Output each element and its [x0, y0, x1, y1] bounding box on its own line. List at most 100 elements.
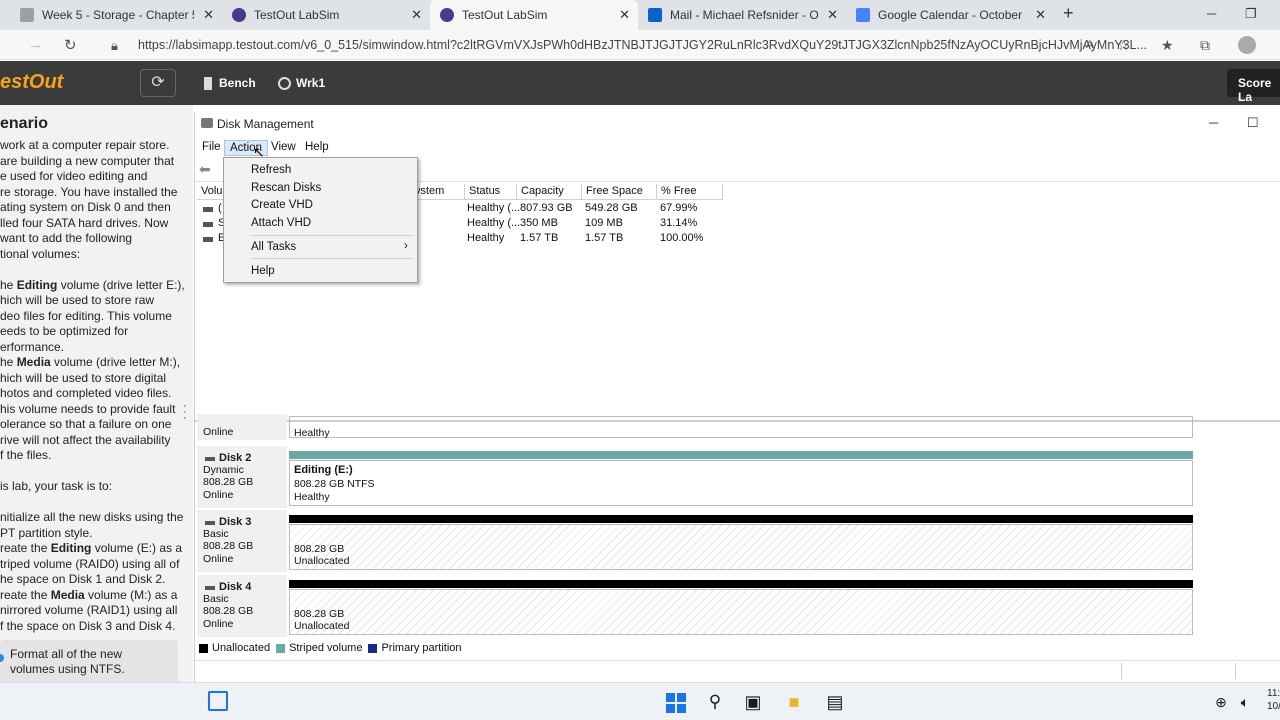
testout-header: estOut [0, 61, 1280, 105]
menu-item-refresh[interactable]: Refresh [251, 164, 291, 176]
column-header-filesystem[interactable]: ystem [410, 184, 465, 200]
volume-capacity[interactable]: 807.93 GB [520, 202, 573, 214]
volume-icon[interactable]: 🔈︎ [1234, 691, 1256, 713]
clock[interactable]: 11: 10/2 [1267, 687, 1280, 713]
partition-color-bar [289, 580, 1193, 588]
menu-view[interactable]: View [266, 140, 301, 154]
menu-item-all-tasks[interactable]: All Tasks [251, 241, 296, 253]
scenario-line: hotos and completed video files. [0, 386, 172, 400]
legend-swatch [276, 643, 286, 653]
column-header-capacity[interactable]: Capacity [517, 184, 582, 200]
bench-button[interactable]: Bench [204, 70, 256, 96]
menu-file[interactable]: File [197, 140, 226, 154]
disk-name: Disk 4 [219, 581, 252, 593]
column-header-percent-free[interactable]: % Free [657, 184, 723, 200]
disk-management-taskbar-icon[interactable]: ▤ [824, 691, 846, 713]
menu-item-help[interactable]: Help [251, 265, 275, 277]
browser-tab-strip: Week 5 - Storage - Chapter 5 - A ✕ TestO… [0, 0, 1280, 30]
minimize-icon[interactable]: ─ [1209, 115, 1218, 130]
status-bar [195, 660, 1280, 680]
menu-item-attach-vhd[interactable]: Attach VHD [251, 217, 311, 229]
volume-percent-free[interactable]: 31.14% [660, 217, 697, 229]
close-tab-icon[interactable]: ✕ [411, 7, 422, 23]
collections-icon[interactable]: ⧉ [1200, 37, 1210, 54]
new-tab-button[interactable]: + [1063, 3, 1074, 24]
volume-free-space[interactable]: 109 MB [585, 217, 623, 229]
scenario-line: he space on Disk 1 and Disk 2. [0, 572, 166, 586]
calendar-icon [856, 8, 870, 22]
volume-status[interactable]: Healthy (... [467, 202, 520, 214]
partition-color-bar [289, 515, 1193, 523]
volume-free-space[interactable]: 1.57 TB [585, 232, 623, 244]
volume-status[interactable]: Healthy (... [467, 217, 520, 229]
legend-label: Primary partition [381, 642, 462, 654]
maximize-icon[interactable]: ☐ [1247, 115, 1259, 131]
legend-label: Striped volume [289, 642, 363, 654]
volume-capacity[interactable]: 1.57 TB [520, 232, 558, 244]
note-line: volumes using NTFS. [10, 662, 125, 676]
volume-name[interactable]: ( [218, 202, 222, 214]
partition[interactable]: Healthy [289, 416, 1193, 439]
profile-avatar[interactable] [1238, 36, 1256, 54]
scenario-line: are building a new computer that [0, 153, 175, 168]
disk-header[interactable]: Disk 2 Dynamic 808.28 GB Online [197, 446, 287, 508]
partition-status: Unallocated [294, 555, 350, 567]
disk-header[interactable]: Disk 4 Basic 808.28 GB Online [197, 575, 287, 637]
reload-icon[interactable]: ↻ [64, 36, 77, 54]
testout-icon [232, 8, 246, 22]
volume-status[interactable]: Healthy [467, 232, 504, 244]
favorites-icon[interactable]: ★ [1161, 37, 1174, 54]
partition-status: Healthy [294, 491, 330, 503]
close-tab-icon[interactable]: ✕ [619, 7, 630, 23]
menu-item-rescan-disks[interactable]: Rescan Disks [251, 182, 321, 194]
browser-tab[interactable]: Google Calendar - October 2022 ✕ [846, 0, 1054, 30]
partition[interactable]: Editing (E:) 808.28 GB NTFS Healthy [289, 460, 1193, 506]
disk-header[interactable]: Online [197, 414, 287, 440]
forward-icon[interactable]: → [28, 36, 43, 53]
score-lab-button[interactable]: Score La [1227, 69, 1280, 104]
scenario-line: olerance so that a failure on one [0, 417, 172, 431]
file-explorer-icon[interactable]: ■ [783, 691, 805, 713]
wrk1-button[interactable]: Wrk1 [278, 70, 325, 96]
unallocated-space[interactable]: 808.28 GB Unallocated [289, 589, 1193, 635]
panel-resize-handle[interactable]: · · · [183, 399, 189, 424]
refresh-lab-button[interactable]: ⟳ [140, 69, 176, 97]
scenario-line: work at a computer repair store. [0, 138, 170, 152]
volume-percent-free[interactable]: 100.00% [660, 232, 703, 244]
maximize-icon[interactable]: ❐ [1245, 6, 1257, 22]
submenu-arrow-icon: › [404, 240, 408, 252]
start-icon[interactable] [664, 691, 686, 713]
disk-header[interactable]: Disk 3 Basic 808.28 GB Online [197, 510, 287, 572]
network-icon[interactable]: ⊕ [1210, 691, 1232, 713]
browser-tab[interactable]: Week 5 - Storage - Chapter 5 - A ✕ [10, 0, 222, 30]
back-icon[interactable]: ⬅ [199, 161, 211, 178]
close-tab-icon[interactable]: ✕ [827, 7, 838, 23]
scenario-line: his volume needs to provide fault [0, 401, 176, 416]
favorite-add-icon[interactable]: ☆ [1117, 37, 1130, 54]
menu-help[interactable]: Help [300, 140, 334, 154]
column-header-free-space[interactable]: Free Space [582, 184, 657, 200]
volume-capacity[interactable]: 350 MB [520, 217, 558, 229]
volume-free-space[interactable]: 549.28 GB [585, 202, 638, 214]
column-header-status[interactable]: Status [465, 184, 517, 200]
url-field[interactable]: https://labsimapp.testout.com/v6_0_515/s… [138, 38, 1147, 52]
volume-percent-free[interactable]: 67.99% [660, 202, 697, 214]
unallocated-space[interactable]: 808.28 GB Unallocated [289, 524, 1193, 570]
browser-tab-active[interactable]: TestOut LabSim ✕ [430, 0, 638, 30]
scenario-line: triped volume (RAID0) using all of [0, 556, 180, 571]
legend-item: Primary partition [368, 642, 462, 654]
close-tab-icon[interactable]: ✕ [1035, 7, 1046, 23]
minimize-icon[interactable]: ─ [1207, 6, 1216, 21]
lock-icon[interactable]: 🔒︎ [111, 38, 118, 54]
search-icon[interactable]: ⚲ [704, 691, 726, 713]
close-tab-icon[interactable]: ✕ [203, 7, 214, 23]
read-aloud-icon[interactable]: A [1086, 39, 1093, 51]
browser-tab[interactable]: TestOut LabSim ✕ [222, 0, 430, 30]
disk-state: Online [203, 489, 234, 501]
task-view-icon[interactable]: ▣ [742, 691, 764, 713]
browser-tab[interactable]: Mail - Michael Refsnider - Outlo ✕ [638, 0, 846, 30]
widgets-icon[interactable] [208, 691, 228, 711]
volume-drive-icon [203, 237, 213, 242]
menu-item-create-vhd[interactable]: Create VHD [251, 199, 313, 211]
scenario-line: reate the Media volume (M:) as a [0, 587, 178, 602]
